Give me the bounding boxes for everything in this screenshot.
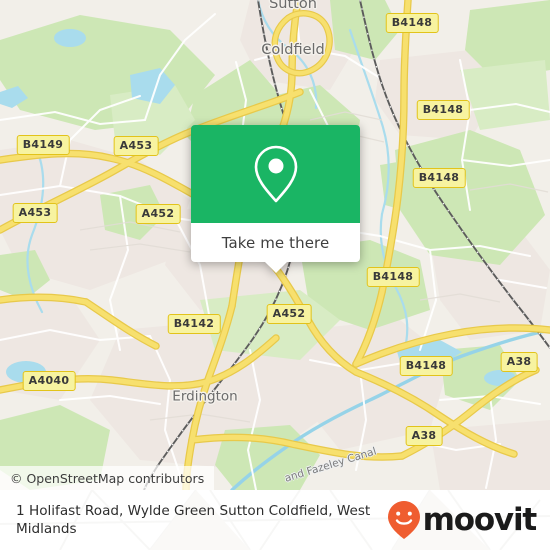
road-shield-b4148-4[interactable]: B4148 — [366, 267, 420, 287]
road-shield-a453-1[interactable]: A453 — [113, 136, 159, 156]
card-action-area[interactable]: Take me there — [191, 223, 360, 273]
road-shield-b4148-3[interactable]: B4148 — [412, 168, 466, 188]
screenshot-root: Sutton Coldfield Erdington and Fazeley C… — [0, 0, 550, 550]
location-pin-icon — [254, 145, 297, 203]
moovit-pin-smile-icon — [387, 501, 420, 539]
road-shield-a38-2[interactable]: A38 — [405, 426, 443, 446]
road-shield-b4148-5[interactable]: B4148 — [399, 356, 453, 376]
road-shield-a452-2[interactable]: A452 — [266, 304, 312, 324]
card-pin-area — [191, 125, 360, 223]
road-shield-b4149[interactable]: B4149 — [16, 135, 70, 155]
road-shield-b4148-1[interactable]: B4148 — [385, 13, 439, 33]
location-address: 1 Holifast Road, Wylde Green Sutton Cold… — [16, 502, 371, 537]
card-pointer — [264, 262, 287, 273]
road-shield-a4040[interactable]: A4040 — [22, 371, 76, 391]
footer-bar: 1 Holifast Road, Wylde Green Sutton Cold… — [0, 490, 550, 550]
road-shield-a452-1[interactable]: A452 — [135, 204, 181, 224]
road-shield-b4142[interactable]: B4142 — [167, 314, 221, 334]
take-me-there-label: Take me there — [221, 233, 330, 252]
road-shield-a453-2[interactable]: A453 — [12, 203, 58, 223]
map-canvas[interactable]: Sutton Coldfield Erdington and Fazeley C… — [0, 0, 550, 490]
road-shield-a38-1[interactable]: A38 — [500, 352, 538, 372]
moovit-logo[interactable]: moovit — [387, 500, 538, 540]
moovit-wordmark: moovit — [422, 501, 538, 538]
take-me-there-card[interactable]: Take me there — [191, 125, 360, 273]
road-shield-b4148-2[interactable]: B4148 — [416, 100, 470, 120]
map-attribution[interactable]: © OpenStreetMap contributors — [0, 466, 215, 490]
